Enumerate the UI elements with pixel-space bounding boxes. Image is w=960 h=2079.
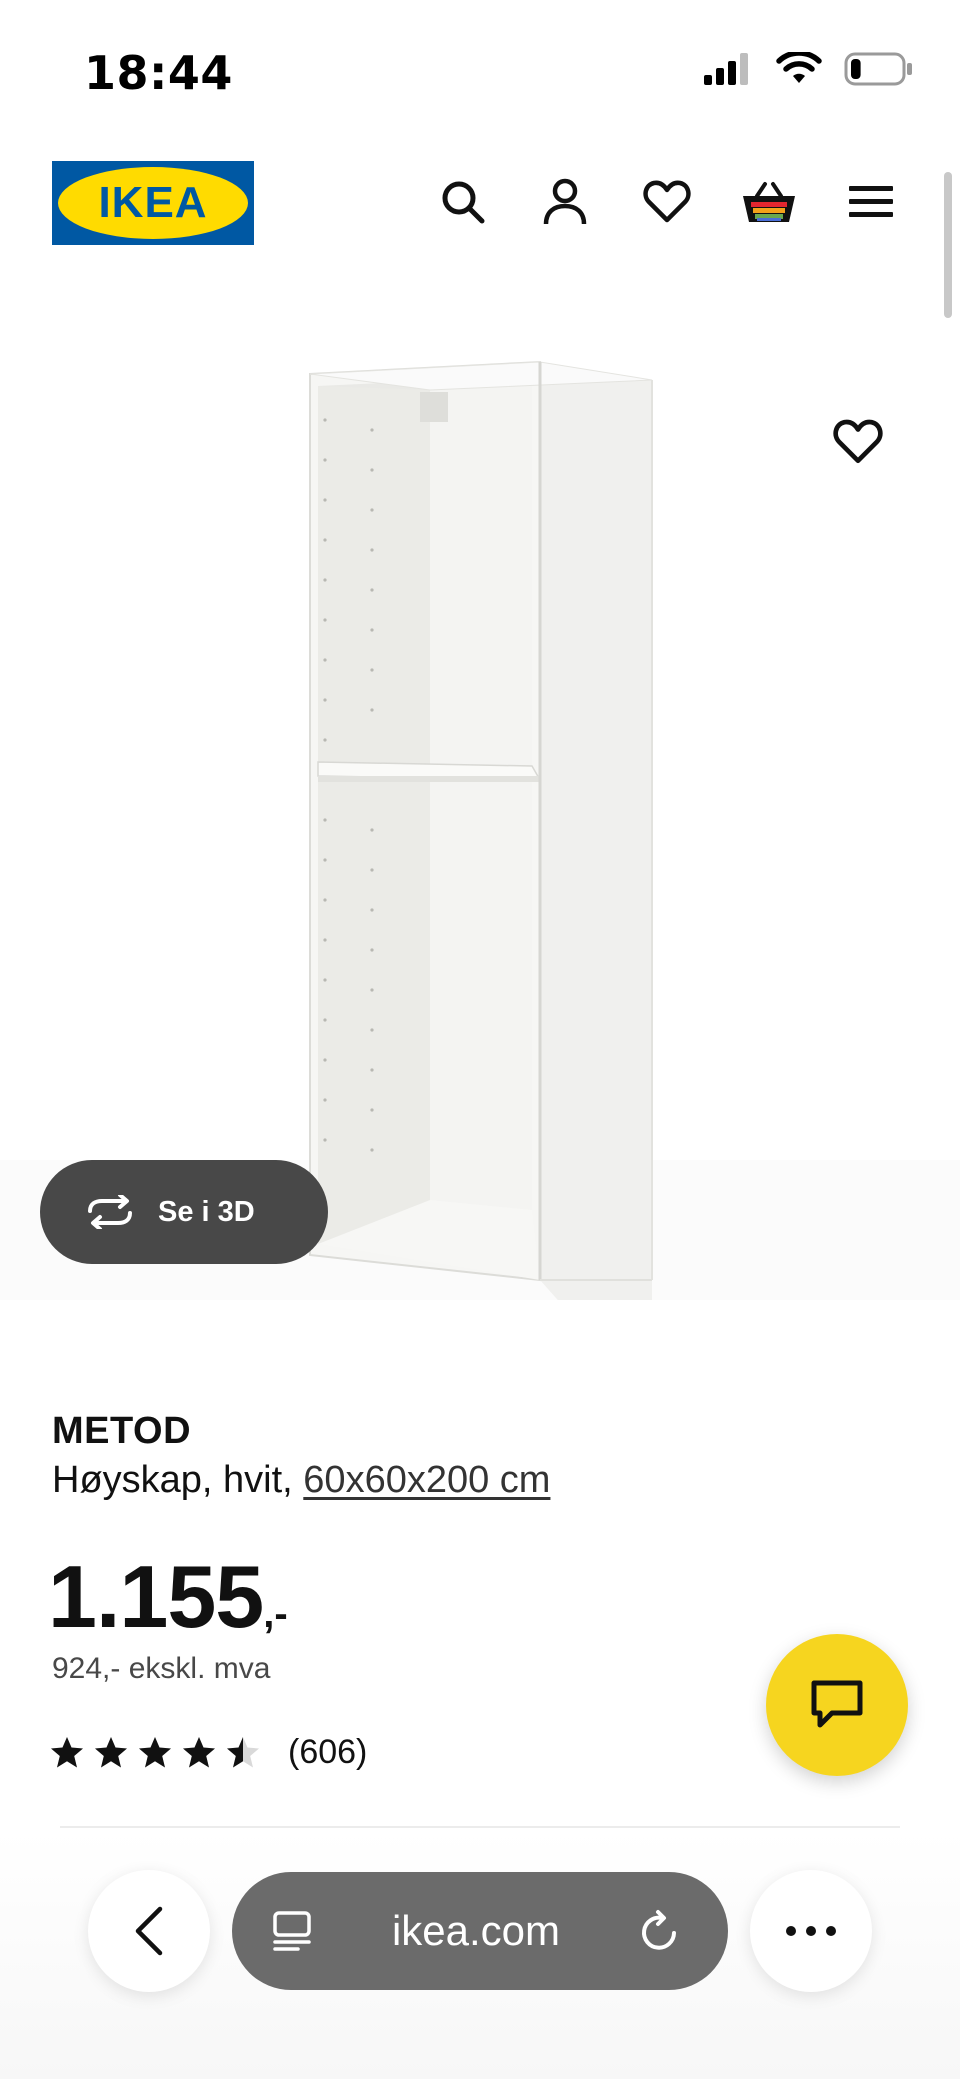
price-suffix: ,- [263,1592,288,1636]
more-dots-icon [786,1926,836,1936]
logo-text: IKEA [98,178,208,227]
add-to-favorites-button[interactable] [826,410,890,474]
account-button[interactable] [514,174,616,230]
site-header: IKEA [0,150,960,270]
search-button[interactable] [412,174,514,230]
price-excluding-vat: 924,- ekskl. mva [52,1652,271,1685]
chat-bubble-icon [811,1680,863,1728]
menu-button[interactable] [820,174,922,230]
chat-button[interactable] [766,1634,908,1776]
header-icons [412,174,922,230]
product-description: Høyskap, hvit, 60x60x200 cm [52,1459,550,1502]
heart-icon [643,180,691,223]
search-icon [442,181,485,224]
hamburger-menu-icon [849,186,893,217]
browser-back-button[interactable] [88,1870,210,1992]
battery-icon [844,52,912,86]
browser-more-button[interactable] [750,1870,872,1992]
address-bar[interactable]: ikea.com [232,1872,728,1990]
shopping-bag-button[interactable] [718,174,820,230]
account-icon [543,178,587,225]
chevron-left-icon [135,1906,163,1956]
rating-star-icon [139,1737,171,1768]
status-icons [702,52,914,86]
product-rating[interactable]: (606) [50,1733,367,1772]
ikea-logo[interactable]: IKEA [52,161,254,245]
rating-stars [50,1736,260,1769]
shopping-bag-icon [743,182,795,222]
section-divider [60,1826,900,1828]
view-in-3d-button[interactable]: Se i 3D [40,1160,328,1264]
reload-icon[interactable] [640,1909,680,1953]
price-amount: 1.155 [48,1547,264,1646]
rating-star-icon [51,1737,83,1768]
status-bar: 18:44 [0,0,960,150]
view-in-3d-label: Se i 3D [158,1195,255,1228]
cabinet-frame-image [0,360,960,1406]
product-type-color: Høyskap, hvit, [52,1459,304,1501]
favorites-button[interactable] [616,174,718,230]
heart-icon [833,419,883,464]
url-text: ikea.com [391,1907,561,1954]
product-size-link[interactable]: 60x60x200 cm [303,1459,550,1501]
reader-mode-icon [273,1911,311,1951]
rating-star-icon [227,1737,259,1768]
wifi-icon [776,52,822,83]
cellular-signal-icon [704,53,748,85]
rating-count: (606) [288,1733,368,1771]
product-price: 1.155 ,- [48,1546,288,1648]
product-image[interactable] [0,280,960,1406]
rating-star-icon [95,1737,127,1768]
rotate-3d-icon [88,1195,132,1229]
rating-star-icon [183,1737,215,1768]
product-name: METOD [52,1410,192,1452]
status-time: 18:44 [84,46,233,100]
